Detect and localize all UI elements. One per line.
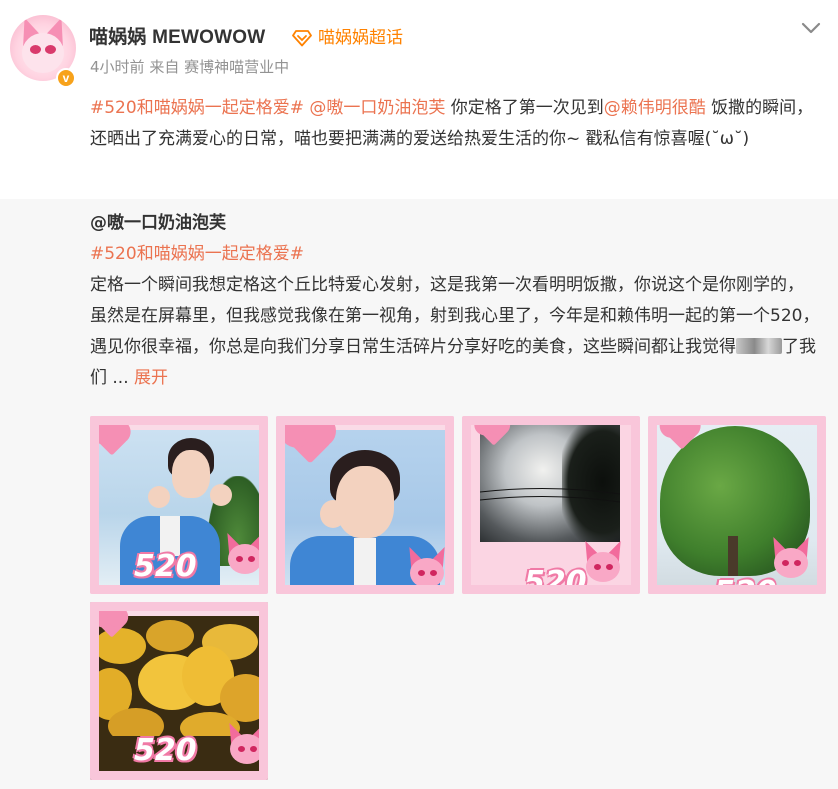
repost-author-link[interactable]: @嗷一口奶油泡芙: [90, 211, 226, 235]
diamond-icon: [292, 30, 312, 47]
mango-pile: [90, 620, 268, 736]
chevron-down-icon[interactable]: [800, 20, 822, 36]
repost-card[interactable]: @嗷一口奶油泡芙 #520和喵娲娲一起定格爱# 定格一个瞬间我想定格这个丘比特爱心…: [0, 199, 838, 789]
expand-link[interactable]: 展开: [134, 368, 168, 388]
photo-badge: 520: [134, 549, 197, 584]
photo-badge: 520: [524, 565, 587, 595]
power-lines: [480, 487, 620, 503]
repost-text: #520和喵娲娲一起定格爱# 定格一个瞬间我想定格这个丘比特爱心发射，这是我第一次…: [90, 239, 820, 394]
post-meta: 4小时前 来自 赛博神喵营业中: [90, 57, 289, 77]
photo-mangoes[interactable]: 520: [90, 602, 268, 780]
post-time[interactable]: 4小时前: [90, 58, 145, 76]
mention-link[interactable]: @嗷一口奶油泡芙: [309, 98, 445, 118]
user-name[interactable]: 喵娲娲 MEWOWOW: [89, 26, 265, 50]
verified-badge-icon: v: [56, 68, 76, 88]
photo-person-heart-hands[interactable]: 520: [90, 416, 268, 594]
photo-sky-wires[interactable]: 520: [462, 416, 640, 594]
post-text: #520和喵娲娲一起定格爱# @嗷一口奶油泡芙 你定格了第一次见到@赖伟明很酷 …: [90, 93, 830, 155]
hashtag-link[interactable]: #520和喵娲娲一起定格爱#: [90, 98, 304, 118]
redacted-mark: [736, 338, 782, 354]
post-source: 来自 赛博神喵营业中: [149, 58, 290, 76]
supertopic-label: 喵娲娲超话: [318, 28, 403, 48]
photo-person-closeup[interactable]: [276, 416, 454, 594]
supertopic-link[interactable]: 喵娲娲超话: [292, 27, 403, 49]
post-text-part: 你定格了第一次见到: [445, 98, 604, 118]
hashtag-link[interactable]: #520和喵娲娲一起定格爱#: [90, 244, 304, 264]
mention-link[interactable]: @赖伟明很酷: [604, 98, 706, 118]
repost-text-part: 定格一个瞬间我想定格这个丘比特爱心发射，这是我第一次看明明饭撒，你说这个是你刚学…: [90, 275, 820, 357]
photo-green-tree[interactable]: 520: [648, 416, 826, 594]
photo-badge: 520: [134, 733, 197, 768]
